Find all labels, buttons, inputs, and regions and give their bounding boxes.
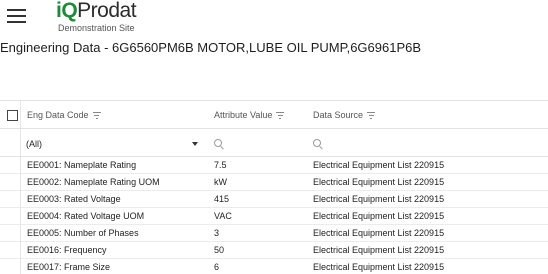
attribute-value-search[interactable] [214, 135, 302, 153]
cell-data-source: Electrical Equipment List 220915 [313, 160, 445, 170]
cell-eng-data-code: EE0001: Nameplate Rating [27, 160, 137, 170]
logo[interactable]: iQProdat Demonstration Site [56, 0, 156, 34]
filter-menu-icon[interactable] [276, 112, 285, 120]
column-header-data-source[interactable]: Data Source [313, 101, 376, 129]
cell-eng-data-code: EE0004: Rated Voltage UOM [27, 211, 145, 221]
select-value: (All) [26, 139, 42, 149]
cell-attribute-value: 7.5 [214, 160, 227, 170]
cell-eng-data-code: EE0017: Frame Size [27, 262, 111, 272]
grid-filter-row: (All) [0, 129, 548, 157]
grid-body: EE0001: Nameplate Rating 7.5 Electrical … [0, 157, 548, 274]
menu-icon-bar [7, 15, 26, 17]
cell-data-source: Electrical Equipment List 220915 [313, 262, 445, 272]
menu-icon-bar [7, 21, 26, 23]
page-title: Engineering Data - 6G6560PM6B MOTOR,LUBE… [0, 40, 422, 55]
cell-data-source: Electrical Equipment List 220915 [313, 245, 445, 255]
cell-attribute-value: kW [214, 177, 227, 187]
cell-data-source: Electrical Equipment List 220915 [313, 177, 445, 187]
column-header-attribute-value[interactable]: Attribute Value [214, 101, 285, 129]
column-header-eng-data-code[interactable]: Eng Data Code [27, 101, 101, 129]
menu-icon[interactable] [7, 9, 26, 23]
logo-prefix: iQ [56, 0, 78, 22]
column-header-label: Data Source [313, 110, 364, 120]
cell-attribute-value: 6 [214, 262, 220, 272]
menu-icon-bar [7, 9, 26, 11]
select-all-checkbox[interactable] [7, 110, 18, 121]
data-source-search[interactable] [313, 135, 401, 153]
filter-menu-icon[interactable] [92, 112, 101, 120]
cell-eng-data-code: EE0002: Nameplate Rating UOM [27, 177, 160, 187]
table-row[interactable]: EE0003: Rated Voltage 415 Electrical Equ… [0, 191, 548, 208]
attribute-value-search-input[interactable] [228, 135, 298, 153]
logo-wordmark: iQProdat [56, 0, 137, 22]
engineering-data-grid: Eng Data Code Attribute Value Data Sourc… [0, 100, 548, 274]
table-row[interactable]: EE0004: Rated Voltage UOM VAC Electrical… [0, 208, 548, 225]
cell-eng-data-code: EE0003: Rated Voltage [27, 194, 121, 204]
table-row[interactable]: EE0001: Nameplate Rating 7.5 Electrical … [0, 157, 548, 174]
cell-eng-data-code: EE0005: Number of Phases [27, 228, 139, 238]
table-row[interactable]: EE0017: Frame Size 6 Electrical Equipmen… [0, 259, 548, 274]
cell-data-source: Electrical Equipment List 220915 [313, 228, 445, 238]
column-header-label: Attribute Value [214, 110, 273, 120]
column-header-label: Eng Data Code [27, 110, 89, 120]
data-source-search-input[interactable] [327, 135, 397, 153]
grid-header-row: Eng Data Code Attribute Value Data Sourc… [0, 101, 548, 129]
cell-data-source: Electrical Equipment List 220915 [313, 194, 445, 204]
search-icon [313, 139, 321, 147]
logo-subtitle: Demonstration Site [58, 23, 135, 33]
cell-attribute-value: 415 [214, 194, 230, 204]
eng-data-code-filter-select[interactable]: (All) [26, 135, 202, 153]
table-row[interactable]: EE0002: Nameplate Rating UOM kW Electric… [0, 174, 548, 191]
chevron-down-icon [192, 142, 198, 146]
logo-name: Prodat [77, 0, 137, 22]
cell-data-source: Electrical Equipment List 220915 [313, 211, 445, 221]
search-icon [214, 139, 222, 147]
cell-attribute-value: 3 [214, 228, 220, 238]
cell-attribute-value: 50 [214, 245, 225, 255]
cell-attribute-value: VAC [214, 211, 232, 221]
cell-eng-data-code: EE0016: Frequency [27, 245, 107, 255]
table-row[interactable]: EE0005: Number of Phases 3 Electrical Eq… [0, 225, 548, 242]
table-row[interactable]: EE0016: Frequency 50 Electrical Equipmen… [0, 242, 548, 259]
filter-menu-icon[interactable] [367, 112, 376, 120]
